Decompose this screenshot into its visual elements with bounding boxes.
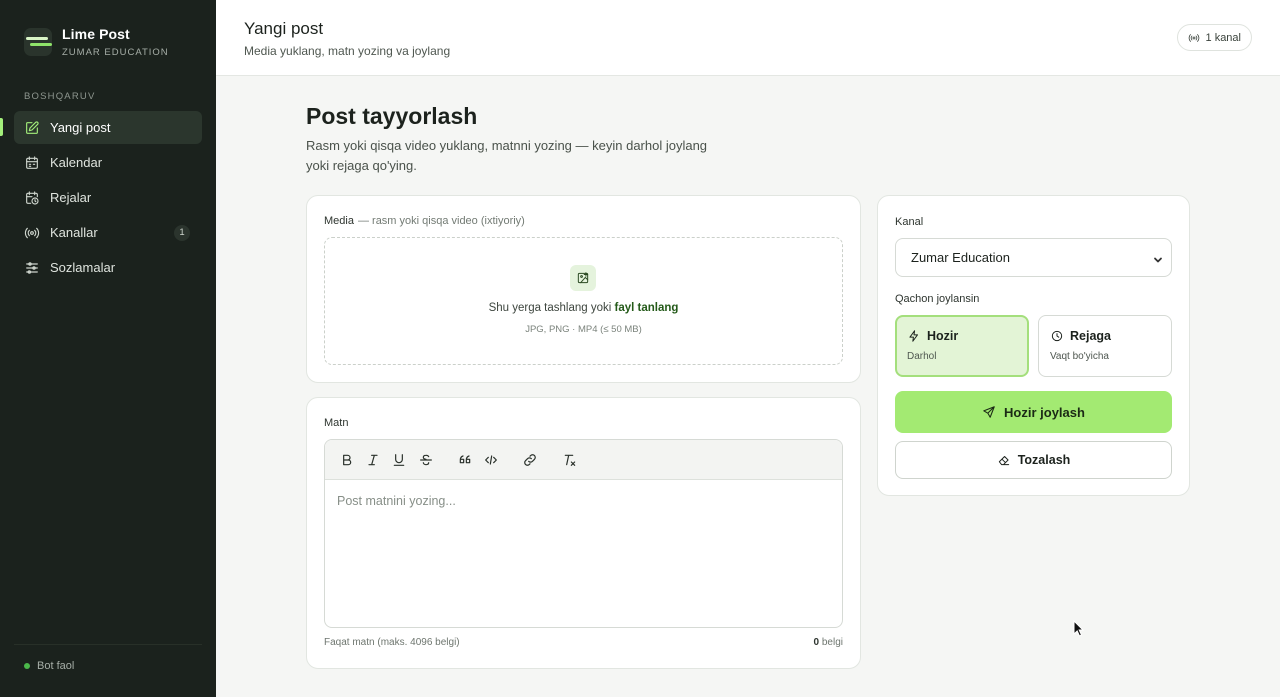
sidebar-item-label: Sozlamalar <box>50 260 116 275</box>
post-text-input[interactable]: Post matnini yozing... <box>337 494 456 508</box>
channel-select[interactable]: Zumar Education <box>895 238 1172 277</box>
underline-icon <box>393 454 405 466</box>
channel-count-pill[interactable]: 1 kanal <box>1176 24 1252 51</box>
top-header: Yangi post Media yuklang, matn yozing va… <box>216 0 1280 76</box>
broadcast-icon <box>24 225 40 241</box>
option-schedule-title: Rejaga <box>1050 329 1111 343</box>
sidebar-item-kanallar[interactable]: Kanallar 1 <box>14 216 202 249</box>
page-title: Yangi post <box>244 19 324 38</box>
sidebar-item-sozlamalar[interactable]: Sozlamalar <box>14 251 202 284</box>
status-dot-icon <box>24 663 30 669</box>
bot-status-label: Bot faol <box>37 660 75 672</box>
media-dropzone[interactable]: Shu yerga tashlang yoki fayl tanlang JPG… <box>324 237 843 365</box>
italic-icon <box>368 454 378 466</box>
option-now-label: Hozir <box>927 329 959 343</box>
option-now[interactable]: Hozir Darhol <box>895 315 1029 377</box>
clear-format-button[interactable] <box>561 451 579 469</box>
bold-button[interactable] <box>338 451 356 469</box>
sidebar-item-label: Kalendar <box>50 155 103 170</box>
text-editor: Post matnini yozing... <box>324 439 843 628</box>
sidebar-item-yangi-post[interactable]: Yangi post <box>14 111 202 144</box>
media-label: Media — rasm yoki qisqa video (ixtiyoriy) <box>324 215 525 227</box>
sidebar-item-rejalar[interactable]: Rejalar <box>14 181 202 214</box>
clear-button[interactable]: Tozalash <box>895 441 1172 479</box>
sidebar-item-label: Rejalar <box>50 190 92 205</box>
strikethrough-button[interactable] <box>417 451 435 469</box>
active-indicator <box>0 118 3 136</box>
sidebar-item-kalendar[interactable]: Kalendar <box>14 146 202 179</box>
quote-button[interactable] <box>456 451 474 469</box>
clear-label: Tozalash <box>1017 453 1071 467</box>
channel-label: Kanal <box>895 216 924 228</box>
calendar-icon <box>24 155 40 171</box>
text-limit-note: Faqat matn (maks. 4096 belgi) <box>324 637 460 648</box>
media-label-note: — rasm yoki qisqa video (ixtiyoriy) <box>357 215 525 227</box>
option-schedule-subtitle: Vaqt bo'yicha <box>1050 351 1109 362</box>
brand: Lime Post ZUMAR EDUCATION <box>24 26 169 58</box>
media-card: Media — rasm yoki qisqa video (ixtiyoriy)… <box>306 195 861 383</box>
brand-subtitle: ZUMAR EDUCATION <box>62 47 169 58</box>
text-card: Matn Post matnini yozing... Faqat matn (… <box>306 397 861 669</box>
channel-count-label: 1 kanal <box>1205 31 1241 44</box>
option-schedule[interactable]: Rejaga Vaqt bo'yicha <box>1038 315 1172 377</box>
dropzone-instruction: Shu yerga tashlang yoki <box>488 302 612 314</box>
sliders-icon <box>24 260 40 276</box>
code-icon <box>485 455 497 465</box>
brand-name: Lime Post <box>62 26 130 42</box>
code-button[interactable] <box>482 451 500 469</box>
clock-icon <box>1051 330 1063 342</box>
sidebar-nav: Yangi post Kalendar Rejalar Kanallar 1 S… <box>14 111 202 286</box>
image-upload-icon <box>570 265 596 291</box>
broadcast-icon <box>1188 33 1199 42</box>
sidebar-item-label: Kanallar <box>50 225 98 240</box>
editor-toolbar <box>325 440 842 480</box>
lightning-icon <box>909 330 918 342</box>
text-label: Matn <box>324 417 349 429</box>
section-heading: Post tayyorlash <box>306 103 478 129</box>
link-icon <box>524 454 536 466</box>
option-now-subtitle: Darhol <box>907 351 937 362</box>
option-schedule-label: Rejaga <box>1070 329 1111 343</box>
logo-icon <box>24 28 52 56</box>
when-label: Qachon joylansin <box>895 293 980 305</box>
file-format-hint: JPG, PNG · MP4 (≤ 50 MB) <box>525 324 642 335</box>
sidebar-item-label: Yangi post <box>50 120 111 135</box>
chevron-down-icon <box>1153 253 1163 263</box>
char-unit: belgi <box>821 637 843 648</box>
char-count: 0 <box>813 637 820 648</box>
publish-now-label: Hozir joylash <box>1004 404 1085 420</box>
link-button[interactable] <box>521 451 539 469</box>
page-subtitle: Media yuklang, matn yozing va joylang <box>244 44 451 58</box>
divider <box>14 644 202 645</box>
publish-now-button[interactable]: Hozir joylash <box>895 391 1172 433</box>
count-badge: 1 <box>174 225 190 241</box>
section-description: Rasm yoki qisqa video yuklang, matnni yo… <box>306 138 708 173</box>
sidebar: Lime Post ZUMAR EDUCATION BOSHQARUV Yang… <box>0 0 216 697</box>
media-label-text: Media <box>324 215 354 227</box>
bot-status: Bot faol <box>24 660 74 672</box>
eraser-icon <box>998 456 1009 466</box>
mouse-cursor-icon <box>1073 620 1085 637</box>
bold-icon <box>343 454 352 466</box>
choose-file-link[interactable]: fayl tanlang <box>615 302 679 314</box>
char-counter: 0 belgi <box>814 637 843 648</box>
strikethrough-icon <box>420 454 432 466</box>
underline-button[interactable] <box>390 451 408 469</box>
sidebar-section-label: BOSHQARUV <box>24 91 96 102</box>
send-icon <box>983 406 995 418</box>
italic-button[interactable] <box>364 451 382 469</box>
publish-card: Kanal Zumar Education Qachon joylansin H… <box>877 195 1190 496</box>
dropzone-text: Shu yerga tashlang yoki fayl tanlang <box>325 302 842 314</box>
quote-icon <box>459 455 471 464</box>
option-now-title: Hozir <box>907 329 958 343</box>
channel-select-value: Zumar Education <box>911 250 1010 265</box>
edit-icon <box>24 120 40 136</box>
clear-format-icon <box>564 454 576 466</box>
calendar-clock-icon <box>24 190 40 206</box>
